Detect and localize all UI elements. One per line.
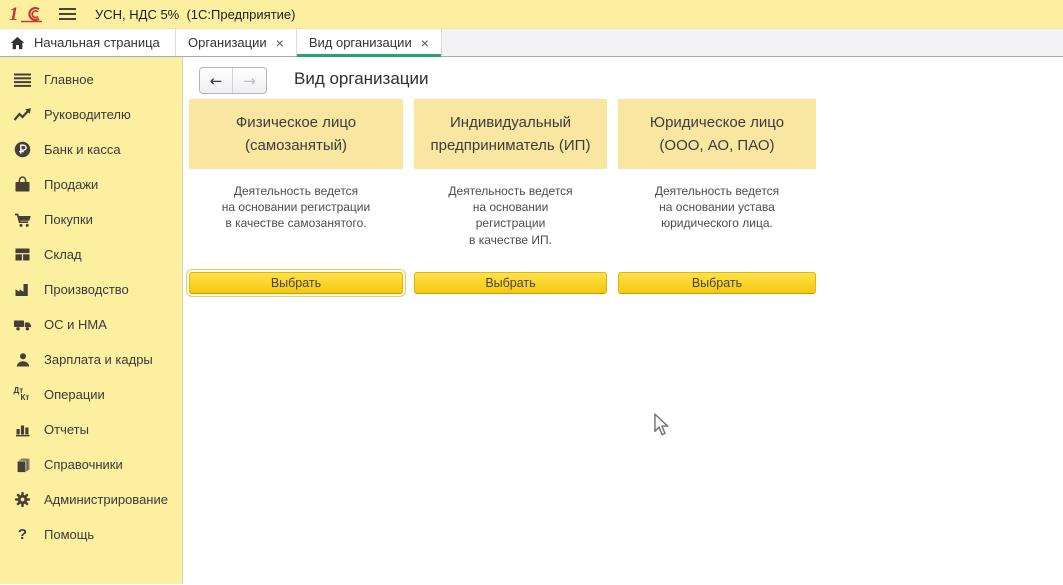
sidebar-item-label: Зарплата и кадры xyxy=(44,352,153,367)
tab-label: Начальная страница xyxy=(34,35,160,50)
history-nav: ← → xyxy=(199,67,267,94)
sidebar-item-label: Администрирование xyxy=(44,492,168,507)
factory-icon xyxy=(12,282,33,297)
sidebar-item-os-nma[interactable]: ОС и НМА xyxy=(0,307,182,342)
sidebar-item-label: Банк и касса xyxy=(44,142,121,157)
tab-label: Вид организации xyxy=(309,35,412,50)
menu-icon xyxy=(12,73,33,87)
card-header: Юридическое лицо (ООО, АО, ПАО) xyxy=(618,99,816,169)
sidebar-item-label: Руководителю xyxy=(44,107,131,122)
sidebar-item-label: Отчеты xyxy=(44,422,89,437)
svg-text:1: 1 xyxy=(9,4,19,24)
card-legal-entity: Юридическое лицо (ООО, АО, ПАО) Деятельн… xyxy=(618,99,816,294)
sidebar-item-proizvodstvo[interactable]: Производство xyxy=(0,272,182,307)
sidebar-item-spravochniki[interactable]: Справочники xyxy=(0,447,182,482)
sidebar-item-label: Продажи xyxy=(44,177,98,192)
sidebar-item-label: Главное xyxy=(44,72,94,87)
sidebar-item-label: Покупки xyxy=(44,212,93,227)
debit-credit-icon: Дт Кт xyxy=(12,387,33,403)
window-titlebar: 1 УСН, НДС 5% (1С:Предприятие) xyxy=(0,0,1063,29)
sidebar-item-glavnoe[interactable]: Главное xyxy=(0,62,182,97)
tab-label: Организации xyxy=(188,35,267,50)
main-menu-icon[interactable] xyxy=(59,8,76,20)
main-content: ← → Вид организации Физическое лицо (сам… xyxy=(183,57,1063,584)
select-button-legal-entity[interactable]: Выбрать xyxy=(618,272,816,294)
shopping-bag-icon xyxy=(12,176,33,193)
home-icon xyxy=(10,36,25,50)
card-description: Деятельность ведется на основании устава… xyxy=(618,169,816,272)
shopping-cart-icon xyxy=(12,212,33,228)
forward-button[interactable]: → xyxy=(233,68,266,93)
sidebar-item-label: Справочники xyxy=(44,457,123,472)
tab-bar: Начальная страница Организации × Вид орг… xyxy=(0,29,1063,57)
select-button-ip[interactable]: Выбрать xyxy=(414,272,607,294)
page-title: Вид организации xyxy=(294,69,429,89)
card-individual-self-employed: Физическое лицо (самозанятый) Деятельнос… xyxy=(189,99,403,294)
gear-icon xyxy=(12,491,33,508)
sidebar-item-label: Производство xyxy=(44,282,129,297)
tab-home[interactable]: Начальная страница xyxy=(0,29,176,56)
sidebar-item-bank-kassa[interactable]: Банк и касса xyxy=(0,132,182,167)
trend-chart-icon xyxy=(12,107,33,122)
sidebar-item-prodazhi[interactable]: Продажи xyxy=(0,167,182,202)
card-header: Физическое лицо (самозанятый) xyxy=(189,99,403,169)
person-icon xyxy=(12,352,33,368)
sidebar-item-label: Операции xyxy=(44,387,105,402)
sidebar-item-label: Помощь xyxy=(44,527,94,542)
tab-organization-type[interactable]: Вид организации × xyxy=(297,29,442,56)
sidebar: Главное Руководителю Банк и касса xyxy=(0,57,183,584)
card-description: Деятельность ведется на основании регист… xyxy=(414,169,607,272)
sidebar-item-otchety[interactable]: Отчеты xyxy=(0,412,182,447)
select-button-self-employed[interactable]: Выбрать xyxy=(189,272,403,294)
close-icon[interactable]: × xyxy=(276,36,284,50)
card-entrepreneur-ip: Индивидуальный предприниматель (ИП) Деят… xyxy=(414,99,607,294)
card-header: Индивидуальный предприниматель (ИП) xyxy=(414,99,607,169)
sidebar-item-rukovoditelyu[interactable]: Руководителю xyxy=(0,97,182,132)
organization-type-cards: Физическое лицо (самозанятый) Деятельнос… xyxy=(189,99,816,294)
sidebar-item-pokupki[interactable]: Покупки xyxy=(0,202,182,237)
tab-organizations[interactable]: Организации × xyxy=(176,29,297,56)
window-title: УСН, НДС 5% (1С:Предприятие) xyxy=(95,7,295,22)
bar-chart-icon xyxy=(12,422,33,437)
1c-logo-icon: 1 xyxy=(9,4,45,24)
truck-icon xyxy=(12,317,33,332)
card-description: Деятельность ведется на основании регист… xyxy=(189,169,403,272)
sidebar-item-zarplata-kadry[interactable]: Зарплата и кадры xyxy=(0,342,182,377)
close-icon[interactable]: × xyxy=(421,36,429,50)
sidebar-item-sklad[interactable]: Склад xyxy=(0,237,182,272)
sidebar-item-label: Склад xyxy=(44,247,82,262)
warehouse-icon xyxy=(12,247,33,262)
question-icon: ? xyxy=(12,526,33,543)
ruble-coin-icon xyxy=(12,141,33,158)
sidebar-item-administrirovanie[interactable]: Администрирование xyxy=(0,482,182,517)
sidebar-item-pomosch[interactable]: ? Помощь xyxy=(0,517,182,552)
books-icon xyxy=(12,457,33,473)
back-button[interactable]: ← xyxy=(200,68,233,93)
sidebar-item-label: ОС и НМА xyxy=(44,317,107,332)
sidebar-item-operacii[interactable]: Дт Кт Операции xyxy=(0,377,182,412)
